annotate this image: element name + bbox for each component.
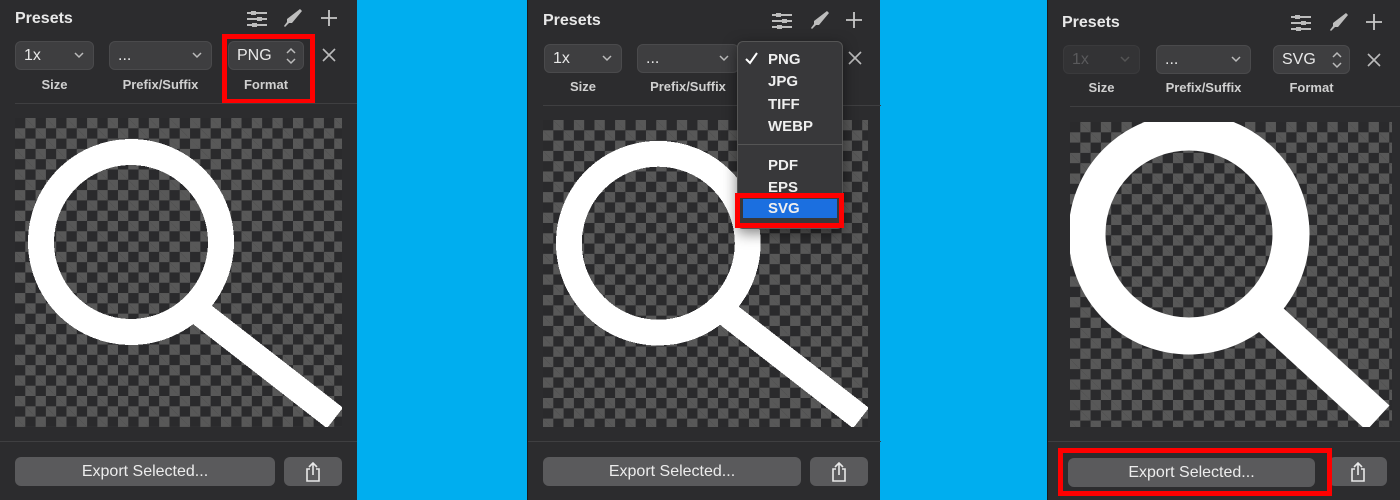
format-select[interactable]: SVG (1273, 45, 1350, 74)
checkmark-icon (745, 52, 758, 65)
up-down-arrows-icon (1332, 51, 1342, 69)
knife-icon[interactable] (1328, 11, 1350, 33)
prefix-suffix-select[interactable]: ... (109, 41, 212, 70)
prefix-suffix-label: Prefix/Suffix (650, 79, 726, 94)
share-icon (832, 461, 846, 482)
menu-item-jpg[interactable]: JPG (738, 70, 842, 92)
panel-title: Presets (15, 10, 73, 27)
magnifier-vector-icon (1070, 122, 1390, 427)
plus-icon[interactable] (843, 9, 865, 31)
format-value: SVG (1282, 50, 1316, 68)
size-select[interactable]: 1x (544, 44, 622, 73)
close-icon[interactable] (320, 46, 338, 64)
close-icon[interactable] (1365, 51, 1383, 69)
chevron-down-icon (602, 55, 612, 62)
share-button[interactable] (284, 457, 342, 486)
up-down-arrows-icon (286, 47, 296, 65)
menu-item-png[interactable]: PNG (738, 48, 842, 70)
menu-separator (738, 144, 842, 145)
size-value: 1x (24, 46, 41, 64)
chevron-down-icon (192, 52, 202, 59)
sliders-icon[interactable] (771, 10, 793, 32)
prefix-suffix-label: Prefix/Suffix (122, 77, 199, 92)
divider (1070, 106, 1400, 107)
size-label: Size (569, 79, 596, 94)
prefix-suffix-select[interactable]: ... (1156, 45, 1251, 74)
plus-icon[interactable] (318, 7, 340, 29)
size-select: 1x (1063, 45, 1140, 74)
plus-icon[interactable] (1363, 11, 1385, 33)
size-value: 1x (553, 49, 570, 67)
knife-icon[interactable] (282, 7, 304, 29)
prefix-suffix-select[interactable]: ... (637, 44, 739, 73)
menu-item-tiff[interactable]: TIFF (738, 93, 842, 115)
size-select[interactable]: 1x (15, 41, 94, 70)
format-label: Format (1289, 80, 1334, 95)
prefix-suffix-value: ... (1165, 50, 1179, 68)
format-dropdown-menu: PNG JPG TIFF WEBP PDF EPS SVG (737, 41, 843, 229)
share-icon (306, 461, 320, 482)
chevron-down-icon (74, 52, 84, 59)
size-label: Size (1088, 80, 1115, 95)
presets-panel-svg: Presets 1x Size ... Prefix/Suffix SVG Fo… (1047, 0, 1400, 500)
preview-canvas (1070, 122, 1392, 427)
format-label: Format (243, 77, 289, 92)
chevron-down-icon (1120, 56, 1130, 63)
share-button[interactable] (810, 457, 868, 486)
divider (0, 441, 357, 442)
size-value: 1x (1072, 50, 1089, 68)
divider (528, 441, 881, 442)
presets-panel-menu-open: Presets 1x Size ... Prefix/Suffix PNG JP (527, 0, 881, 500)
export-selected-button[interactable]: Export Selected... (543, 457, 801, 486)
menu-item-eps[interactable]: EPS (738, 176, 842, 198)
menu-item-svg[interactable]: SVG (743, 199, 837, 218)
knife-icon[interactable] (809, 9, 831, 31)
panel-title: Presets (543, 12, 601, 29)
sliders-icon[interactable] (246, 8, 268, 30)
format-select[interactable]: PNG (228, 41, 304, 70)
divider (1048, 441, 1400, 442)
chevron-down-icon (1231, 56, 1241, 63)
magnifier-pixel-icon (28, 139, 342, 427)
format-value: PNG (237, 46, 272, 64)
panel-title: Presets (1062, 14, 1120, 31)
chevron-down-icon (719, 55, 729, 62)
sliders-icon[interactable] (1290, 12, 1312, 34)
menu-item-webp[interactable]: WEBP (738, 115, 842, 137)
presets-panel-png: Presets 1x Size ... Prefix/Suffix PNG Fo… (0, 0, 357, 500)
export-selected-button[interactable]: Export Selected... (1068, 458, 1315, 487)
divider (15, 103, 357, 104)
close-icon[interactable] (846, 49, 864, 67)
size-label: Size (41, 77, 68, 92)
share-button[interactable] (1329, 457, 1387, 486)
share-icon (1351, 461, 1365, 482)
prefix-suffix-label: Prefix/Suffix (1165, 80, 1242, 95)
export-selected-button[interactable]: Export Selected... (15, 457, 275, 486)
menu-item-pdf[interactable]: PDF (738, 154, 842, 176)
preview-canvas (15, 118, 342, 427)
prefix-suffix-value: ... (118, 46, 132, 64)
prefix-suffix-value: ... (646, 49, 660, 67)
